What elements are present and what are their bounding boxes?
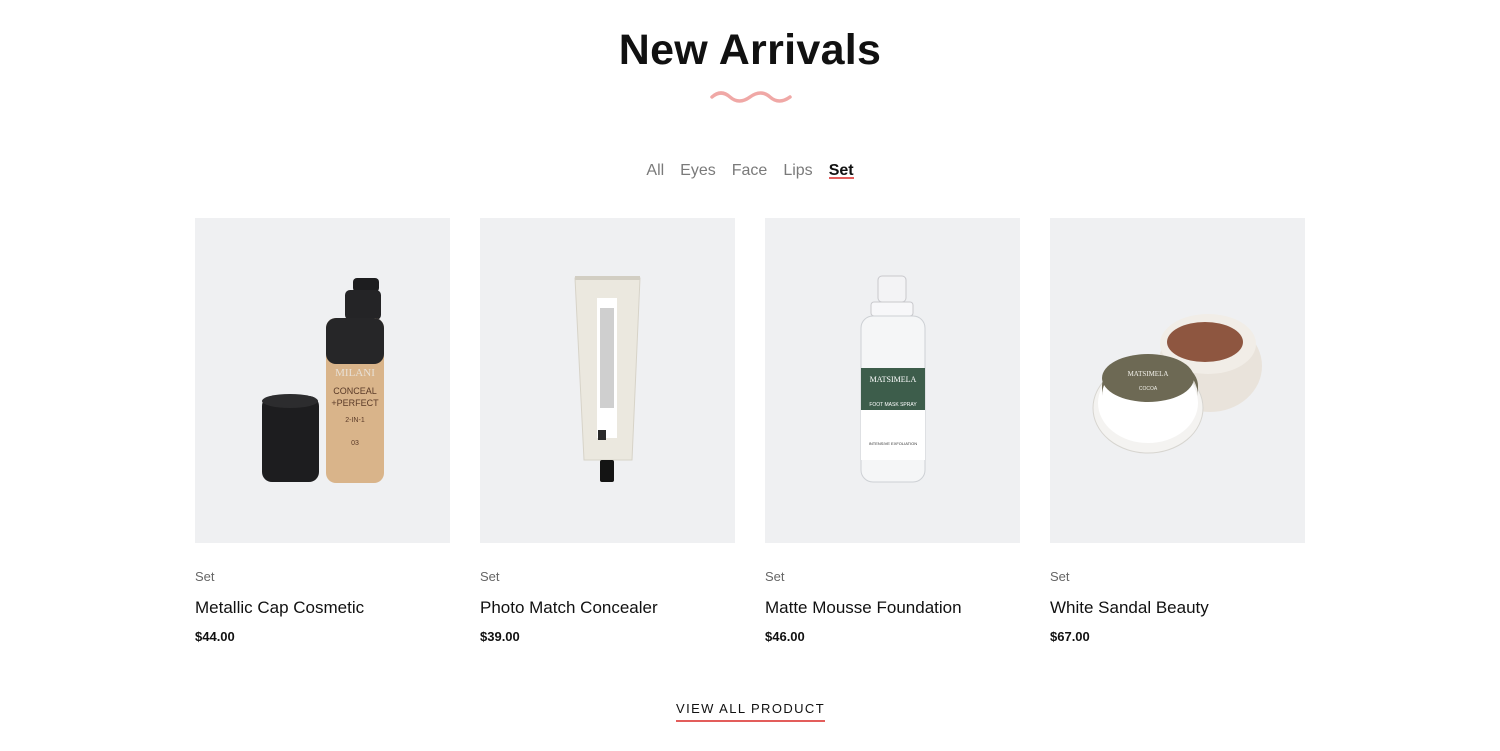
product-name[interactable]: Photo Match Concealer	[480, 598, 658, 618]
product-label-line: INTENSIVE EXFOLIATION	[869, 441, 917, 446]
product-grid: MILANI CONCEAL +PERFECT 2-IN-1 03 Set Me…	[195, 218, 1305, 648]
category-tabs: All Eyes Face Lips Set	[0, 161, 1500, 181]
scrub-jar-image: MATSIMELA COCOA	[1092, 314, 1262, 454]
product-label-line: 2-IN-1	[345, 417, 365, 424]
product-image[interactable]: MATSIMELA FOOT MASK SPRAY INTENSIVE EXFO…	[765, 218, 1020, 543]
product-card[interactable]: MATSIMELA FOOT MASK SPRAY INTENSIVE EXFO…	[765, 218, 1020, 644]
view-all-products-link[interactable]: VIEW ALL PRODUCT	[676, 701, 826, 722]
product-card[interactable]: MILANI CONCEAL +PERFECT 2-IN-1 03 Set Me…	[195, 218, 450, 644]
product-price: $67.00	[1050, 629, 1090, 644]
product-image[interactable]: MILANI CONCEAL +PERFECT 2-IN-1 03	[195, 218, 450, 543]
tab-set[interactable]: Set	[828, 161, 854, 181]
product-price: $46.00	[765, 629, 805, 644]
product-category: Set	[1050, 569, 1070, 584]
product-label-brand: MATSIMELA	[870, 375, 917, 384]
product-category: Set	[765, 569, 785, 584]
product-label-line: +PERFECT	[331, 398, 379, 408]
product-card[interactable]: MATSIMELA COCOA Set White Sandal Beauty …	[1050, 218, 1305, 644]
wave-divider-icon	[710, 91, 792, 103]
spray-bottle-image: MATSIMELA FOOT MASK SPRAY INTENSIVE EXFO…	[860, 275, 926, 483]
product-price: $44.00	[195, 629, 235, 644]
product-card[interactable]: Set Photo Match Concealer $39.00	[480, 218, 735, 644]
section-title: New Arrivals	[618, 26, 882, 74]
product-label-line: COCOA	[1139, 386, 1158, 392]
product-name[interactable]: White Sandal Beauty	[1050, 598, 1209, 618]
product-price: $39.00	[480, 629, 520, 644]
product-name[interactable]: Metallic Cap Cosmetic	[195, 598, 364, 618]
product-label-line: 03	[351, 440, 359, 447]
product-label-brand: MILANI	[335, 367, 375, 379]
cream-tube-image	[574, 276, 641, 482]
product-image[interactable]	[480, 218, 735, 543]
tab-face[interactable]: Face	[732, 161, 768, 181]
product-category: Set	[480, 569, 500, 584]
tab-eyes[interactable]: Eyes	[680, 161, 716, 181]
product-name[interactable]: Matte Mousse Foundation	[765, 598, 962, 618]
tab-lips[interactable]: Lips	[783, 161, 812, 181]
product-image[interactable]: MATSIMELA COCOA	[1050, 218, 1305, 543]
product-label-line: FOOT MASK SPRAY	[869, 402, 917, 408]
product-label-brand: MATSIMELA	[1128, 370, 1169, 378]
foundation-bottle-image: MILANI CONCEAL +PERFECT 2-IN-1 03	[262, 278, 384, 483]
product-label-line: CONCEAL	[333, 386, 377, 396]
tab-all[interactable]: All	[646, 161, 664, 181]
product-category: Set	[195, 569, 215, 584]
